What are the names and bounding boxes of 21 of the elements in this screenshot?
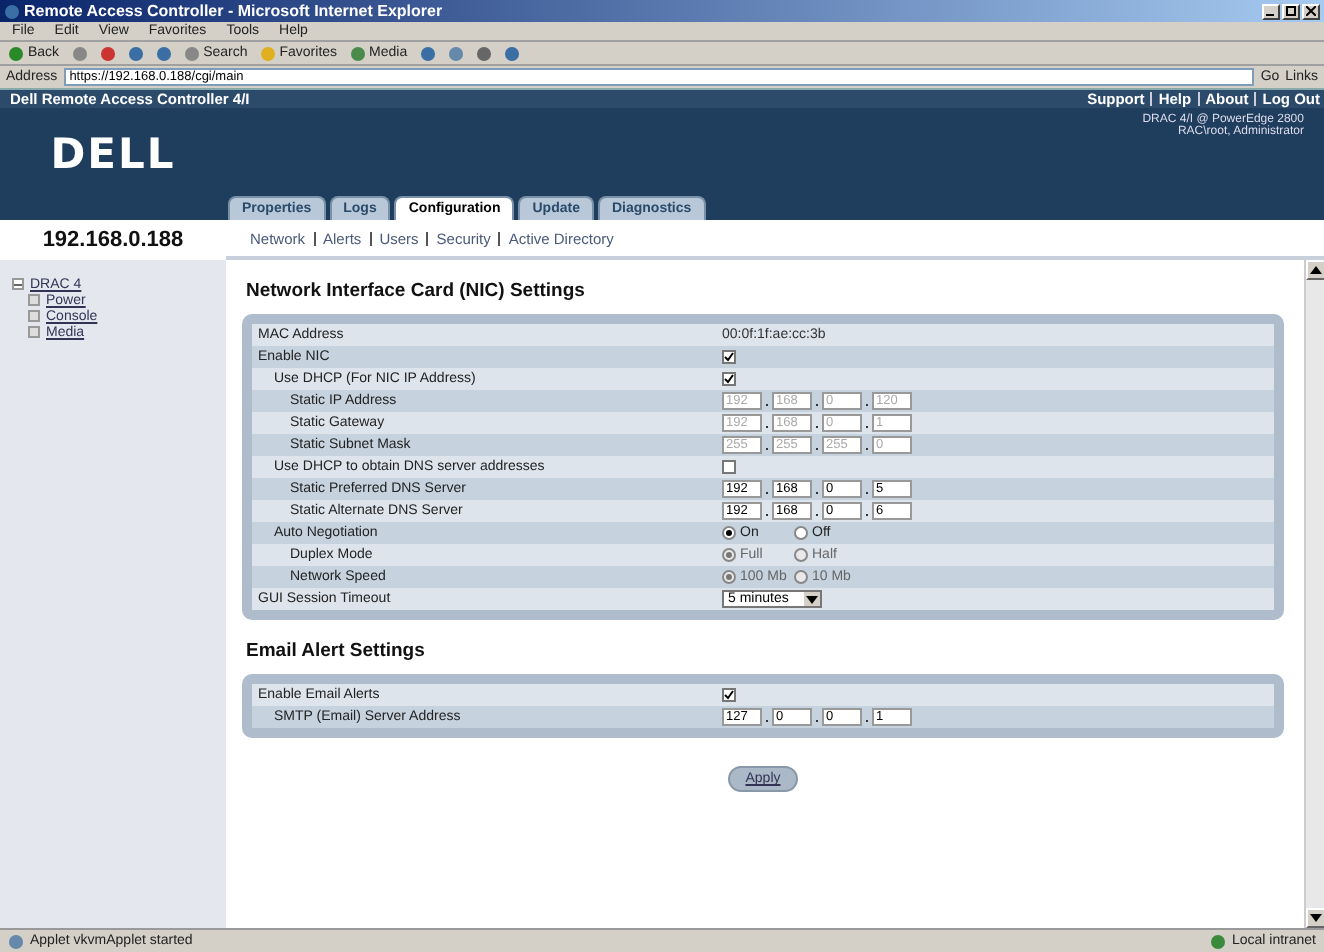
section-title: Email Alert Settings [246,640,427,662]
checkbox[interactable] [722,688,736,702]
dropdown-arrow-icon[interactable] [806,595,818,603]
section-title: Network Interface Card (NIC) Settings [246,280,587,302]
logo: DELL [50,130,176,178]
window-title: Remote Access Controller - Microsoft Internet Explorer [24,2,443,20]
host-address: 192.168.0.188 [0,220,226,260]
radio-button[interactable] [722,526,736,540]
radio-button[interactable] [794,526,808,540]
checkbox[interactable] [722,350,736,364]
tree-toggle-icon[interactable] [12,278,24,290]
maximize-icon [1286,6,1296,16]
scroll-up-icon[interactable] [1310,266,1322,274]
checkbox[interactable] [722,372,736,386]
close-button[interactable] [1302,3,1320,19]
scrollbar[interactable] [1304,260,1324,928]
checkbox[interactable] [722,460,736,474]
scroll-down-icon[interactable] [1310,914,1322,922]
maximize-button[interactable] [1282,3,1300,19]
close-icon [1306,6,1316,16]
minimize-button[interactable] [1262,3,1280,19]
